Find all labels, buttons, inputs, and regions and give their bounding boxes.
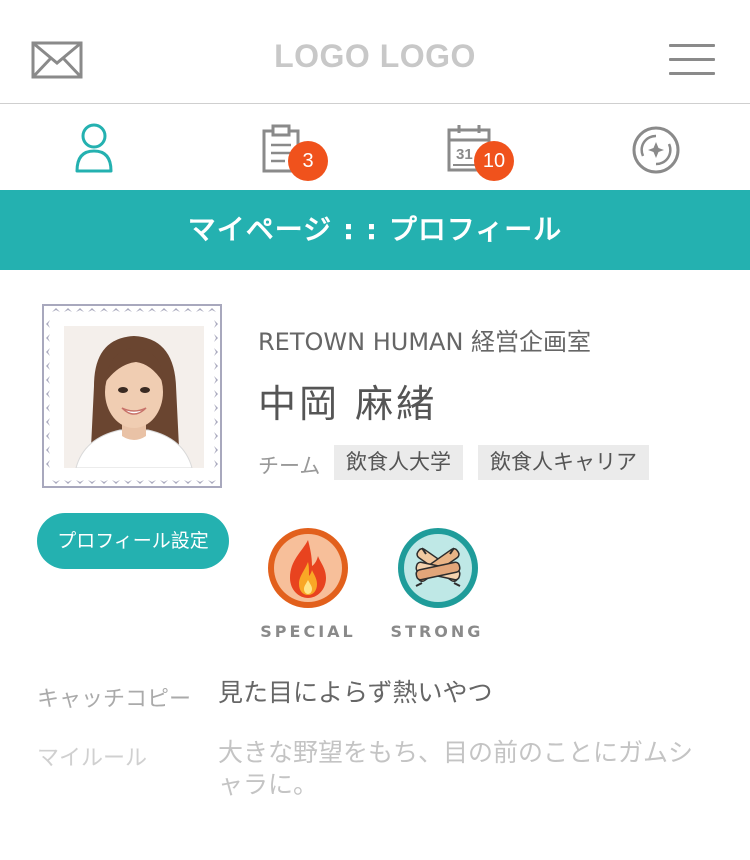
team-tag[interactable]: 飲食人大学 <box>334 445 463 480</box>
calendar-count-badge: 10 <box>474 141 514 181</box>
catchphrase-label: キャッチコピー <box>37 687 192 712</box>
tab-bar: 3 31 10 <box>0 104 750 190</box>
hamburger-menu-button[interactable] <box>669 44 715 76</box>
team-tag[interactable]: 飲食人キャリア <box>478 445 649 480</box>
tab-calendar[interactable]: 31 10 <box>374 104 561 190</box>
calendar-day-text: 31 <box>456 146 473 163</box>
catchphrase-value: 見た目によらず熱いやつ <box>218 678 493 707</box>
profile-photo-frame <box>42 304 222 488</box>
sparkle-badge-icon <box>632 126 680 174</box>
tab-tasks[interactable]: 3 <box>187 104 374 190</box>
badge-label-special: SPECIAL <box>260 622 356 641</box>
flame-icon <box>268 528 348 608</box>
user-icon <box>75 123 113 173</box>
profile-settings-button[interactable]: プロフィール設定 <box>37 513 229 569</box>
team-label: チーム <box>258 454 321 478</box>
stacked-hands-icon <box>398 528 478 608</box>
hamburger-line <box>669 72 715 75</box>
hamburger-menu-icon <box>669 44 715 47</box>
app-header: LOGO LOGO <box>0 0 750 104</box>
hamburger-line <box>669 58 715 61</box>
my-rule-label: マイルール <box>37 746 148 771</box>
company-name: RETOWN HUMAN 経営企画室 <box>258 328 592 356</box>
profile-photo <box>64 326 204 468</box>
badge-label-strong: STRONG <box>390 622 484 641</box>
user-name: 中岡 麻緒 <box>258 382 438 426</box>
my-rule-value: 大きな野望をもち、目の前のことにガムシャラに。 <box>218 738 694 799</box>
person-portrait-image <box>64 326 204 468</box>
tab-profile[interactable] <box>0 104 187 190</box>
tasks-count-badge: 3 <box>288 141 328 181</box>
tab-rewards[interactable] <box>561 104 748 190</box>
page-title: マイページ : : プロフィール <box>0 190 750 270</box>
app-logo[interactable]: LOGO LOGO <box>0 38 750 75</box>
